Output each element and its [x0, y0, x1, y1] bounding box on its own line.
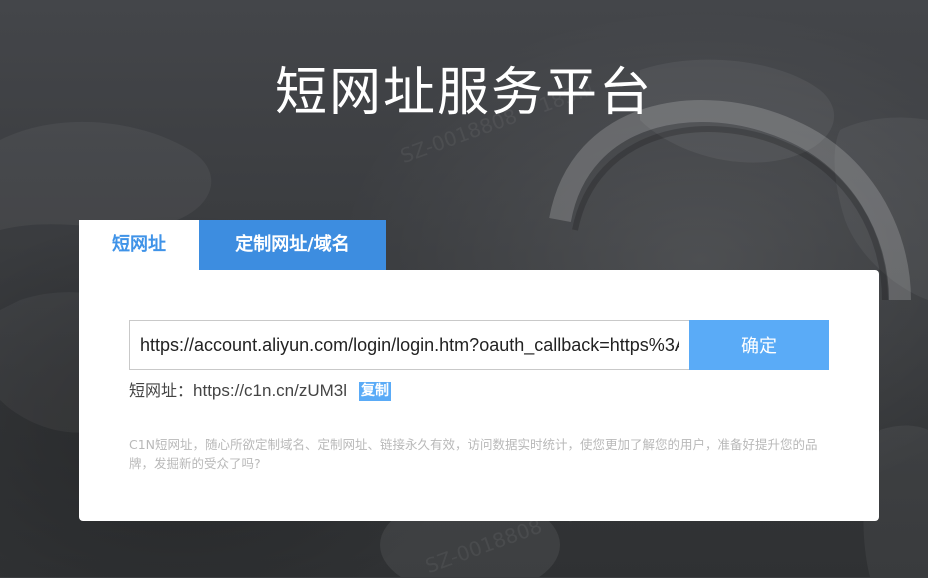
short-url-label: 短网址： [129, 381, 194, 400]
tab-bar: 短网址 定制网址/域名 [79, 220, 386, 270]
service-description: C1N短网址，随心所欲定制域名、定制网址、链接永久有效，访问数据实时统计，使您更… [129, 437, 818, 471]
shorten-panel: 确定 短网址： https://c1n.cn/zUM3l 复制 C1N短网址，随… [79, 270, 879, 521]
tab-custom-domain[interactable]: 定制网址/域名 [199, 220, 386, 270]
page-title: 短网址服务平台 [274, 62, 653, 123]
short-url-value: https://c1n.cn/zUM3l [193, 381, 348, 400]
confirm-button[interactable]: 确定 [689, 320, 829, 370]
copy-button[interactable]: 复制 [359, 381, 392, 401]
url-input[interactable] [129, 320, 689, 370]
tab-short-url[interactable]: 短网址 [79, 220, 199, 270]
result-row: 短网址： https://c1n.cn/zUM3l 复制 [129, 380, 392, 402]
